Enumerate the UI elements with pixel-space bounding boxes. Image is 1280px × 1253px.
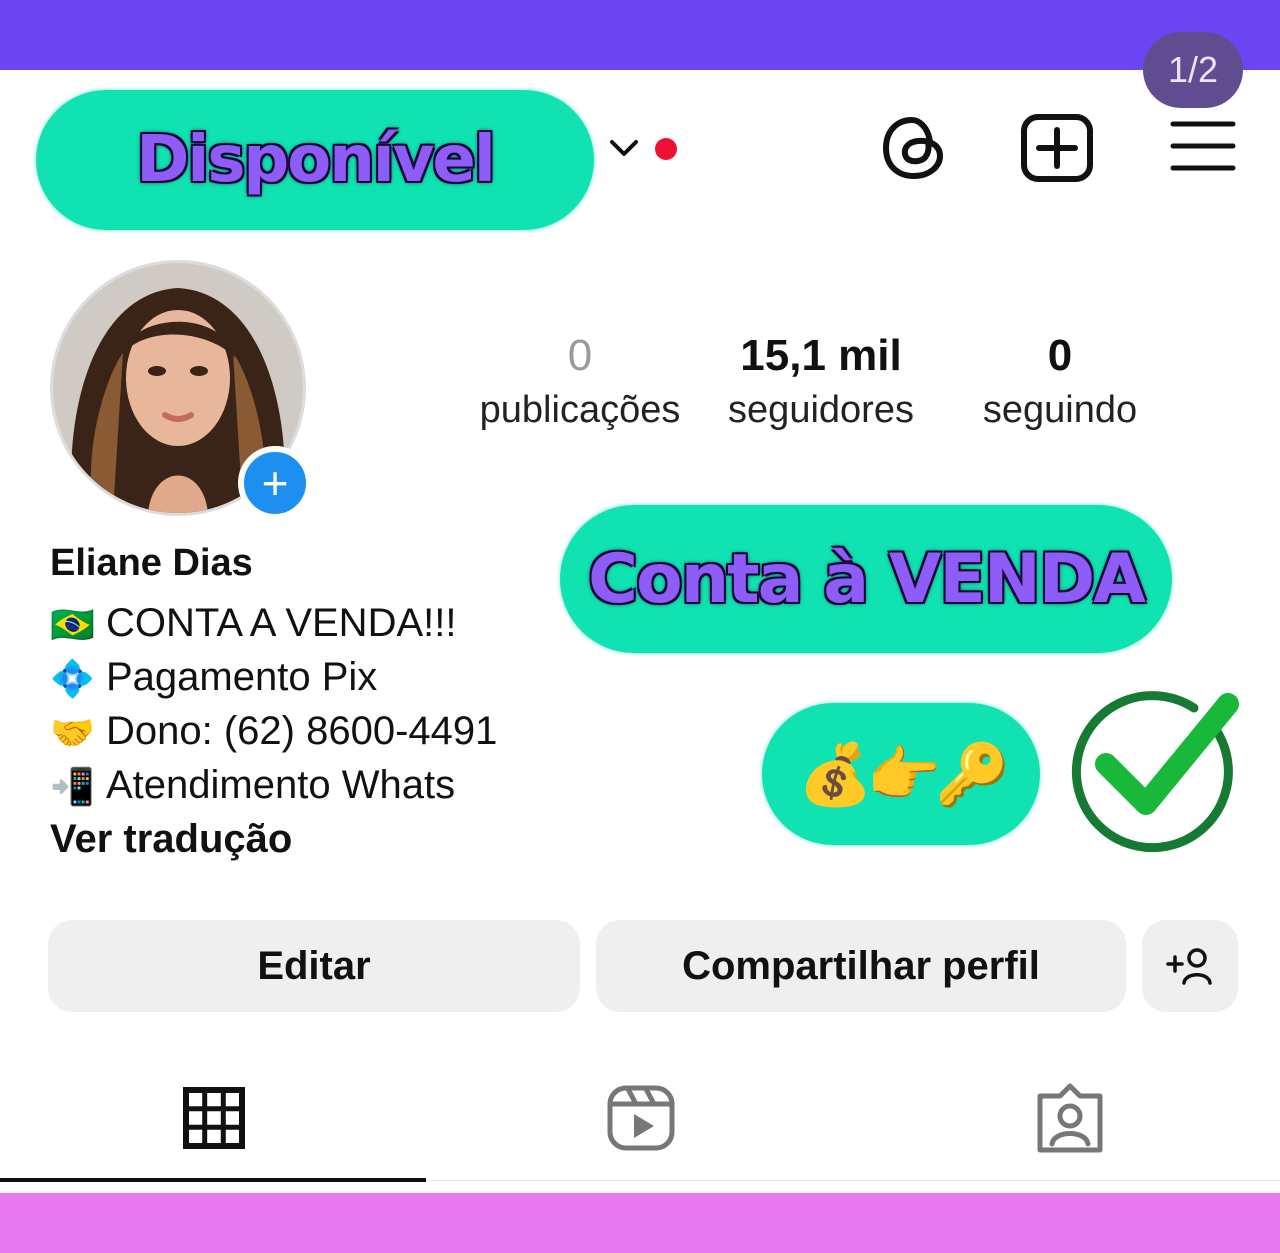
posts-count: 0 xyxy=(567,331,593,380)
posts-label: publicações xyxy=(479,389,681,431)
followers-stat[interactable]: 15,1 mil seguidores xyxy=(705,330,937,438)
phone-icon: 📲 xyxy=(50,766,95,808)
edit-profile-button[interactable]: Editar xyxy=(48,920,580,1012)
following-label: seguindo xyxy=(982,389,1138,431)
for-sale-pill: Conta à VENDA xyxy=(560,505,1172,653)
brazil-flag-icon: 🇧🇷 xyxy=(50,604,95,646)
bio-text: Pagamento Pix xyxy=(106,655,378,699)
bio-line: 📲 Atendimento Whats xyxy=(50,760,455,810)
add-story-button[interactable]: + xyxy=(238,446,312,520)
chevron-down-icon[interactable] xyxy=(606,132,642,164)
see-translation-link[interactable]: Ver tradução xyxy=(50,814,292,864)
emoji-pill: 💰👉🔑 xyxy=(762,703,1040,845)
tab-divider xyxy=(426,1180,1280,1181)
bottom-color-band xyxy=(0,1193,1280,1253)
posts-stat[interactable]: 0 publicações xyxy=(468,330,692,438)
discover-people-button[interactable] xyxy=(1142,920,1238,1012)
reels-icon[interactable] xyxy=(606,1084,676,1152)
bio-line: 🤝 Dono: (62) 8600-4491 xyxy=(50,706,497,756)
status-pill: Disponível xyxy=(36,90,594,230)
bio-text: Dono: (62) 8600-4491 xyxy=(106,709,498,753)
bio-line: 🇧🇷 CONTA A VENDA!!! xyxy=(50,598,456,648)
grid-icon[interactable] xyxy=(182,1086,246,1150)
add-person-icon xyxy=(1166,948,1212,985)
for-sale-label: Conta à VENDA xyxy=(588,539,1146,619)
check-circle-icon xyxy=(1071,691,1239,852)
diamond-icon: 💠 xyxy=(50,658,95,700)
bio-text: Atendimento Whats xyxy=(106,763,456,807)
tagged-icon[interactable] xyxy=(1034,1082,1106,1154)
menu-icon[interactable] xyxy=(1170,118,1236,174)
bio-line: 💠 Pagamento Pix xyxy=(50,652,377,702)
share-profile-button[interactable]: Compartilhar perfil xyxy=(596,920,1126,1012)
followers-count: 15,1 mil xyxy=(740,331,902,380)
handshake-icon: 🤝 xyxy=(50,712,95,754)
followers-label: seguidores xyxy=(728,389,914,431)
active-tab-indicator xyxy=(0,1178,426,1182)
profile-name: Eliane Dias xyxy=(50,542,253,584)
top-color-band xyxy=(0,0,1280,70)
following-stat[interactable]: 0 seguindo xyxy=(960,330,1160,438)
threads-icon[interactable] xyxy=(878,112,950,184)
add-post-icon[interactable] xyxy=(1020,113,1094,183)
notification-dot xyxy=(655,138,677,160)
page-counter: 1/2 xyxy=(1143,32,1243,108)
following-count: 0 xyxy=(1047,331,1073,380)
status-label: Disponível xyxy=(136,123,495,197)
bio-text: CONTA A VENDA!!! xyxy=(106,601,457,645)
